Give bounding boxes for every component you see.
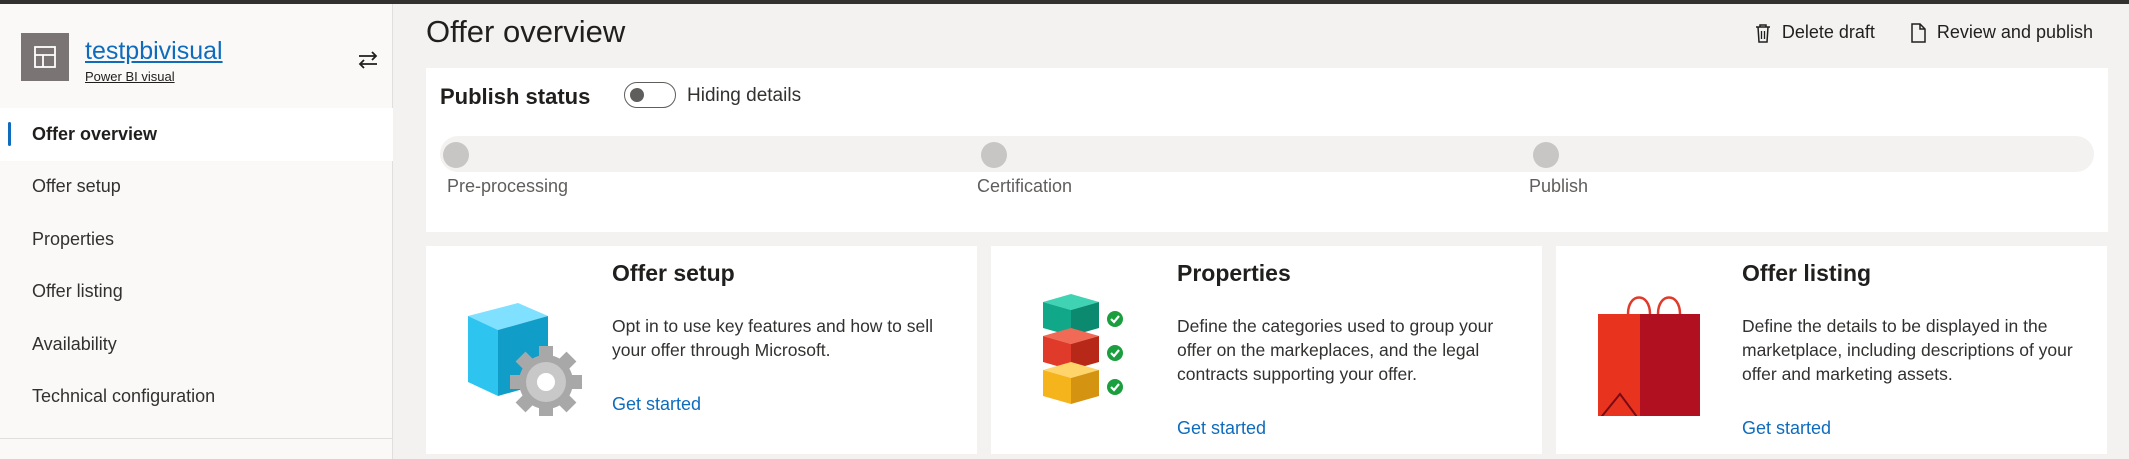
sidebar-item-label: Offer setup — [32, 176, 121, 197]
sidebar-item-technical-configuration[interactable]: Technical configuration — [0, 371, 393, 424]
offer-setup-get-started-link[interactable]: Get started — [612, 394, 701, 415]
document-icon — [1911, 22, 1926, 43]
card-description: Opt in to use key features and how to se… — [612, 316, 934, 360]
sidebar-item-label: Technical configuration — [32, 386, 216, 407]
review-publish-label: Review and publish — [1936, 22, 2093, 42]
card-description: Define the details to be displayed in th… — [1742, 316, 2073, 384]
sidebar-item-label: Offer overview — [32, 123, 158, 144]
sidebar-divider — [0, 438, 393, 439]
shopping-bag-icon — [1598, 296, 1700, 416]
card-title: Properties — [1177, 260, 1291, 286]
offer-name-link[interactable]: testpbivisual — [85, 37, 223, 66]
sidebar-item-label: Properties — [32, 228, 115, 249]
cube-gear-icon — [468, 303, 582, 416]
command-bar: Delete draft Review and publish — [1754, 22, 2093, 43]
card-title: Offer listing — [1742, 260, 1872, 286]
properties-card: Properties Define the categories used to… — [991, 246, 1542, 454]
offer-listing-card: Offer listing Define the details to be d… — [1556, 246, 2107, 454]
sidebar-item-offer-listing[interactable]: Offer listing — [0, 266, 393, 319]
review-publish-button[interactable]: Review and publish — [1909, 22, 2093, 43]
delete-draft-button[interactable]: Delete draft — [1754, 22, 1875, 43]
details-toggle[interactable] — [624, 82, 676, 108]
page-title: Offer overview — [426, 14, 626, 49]
step-label-certification: Certification — [977, 176, 1073, 196]
publish-progress-track — [440, 136, 2094, 172]
offer-header: testpbivisual Power BI visual — [21, 33, 393, 88]
sidebar-nav: Offer overview Offer setup Properties Of… — [0, 108, 393, 423]
sidebar-item-offer-overview[interactable]: Offer overview — [0, 108, 393, 161]
offer-setup-card: Offer setup Opt in to use key features a… — [426, 246, 977, 454]
sidebar-item-label: Availability — [32, 333, 117, 354]
delete-draft-label: Delete draft — [1781, 22, 1875, 42]
publish-status-panel: Publish status Hiding details Pre-proces… — [426, 68, 2108, 232]
trash-icon — [1755, 23, 1770, 43]
sidebar: testpbivisual Power BI visual Offer over… — [0, 4, 393, 459]
properties-get-started-link[interactable]: Get started — [1177, 418, 1266, 439]
offer-type-link[interactable]: Power BI visual — [85, 69, 175, 84]
offer-listing-get-started-link[interactable]: Get started — [1742, 418, 1831, 439]
sidebar-item-offer-setup[interactable]: Offer setup — [0, 161, 393, 214]
card-title: Offer setup — [612, 260, 735, 286]
switch-offer-icon[interactable] — [355, 47, 381, 73]
offer-tile-icon — [21, 33, 69, 81]
toggle-knob — [630, 88, 644, 102]
step-dot-pre-processing — [443, 142, 469, 168]
sidebar-item-label: Offer listing — [32, 281, 123, 302]
publish-status-title: Publish status — [440, 84, 591, 109]
details-toggle-label: Hiding details — [687, 85, 802, 106]
card-description: Define the categories used to group your… — [1177, 316, 1494, 384]
step-dot-certification — [981, 142, 1007, 168]
step-dot-publish — [1533, 142, 1559, 168]
step-label-publish: Publish — [1529, 176, 1589, 196]
step-label-pre-processing: Pre-processing — [447, 176, 569, 196]
sidebar-item-properties[interactable]: Properties — [0, 213, 393, 266]
stacked-blocks-check-icon — [1043, 294, 1123, 404]
sidebar-item-availability[interactable]: Availability — [0, 318, 393, 371]
